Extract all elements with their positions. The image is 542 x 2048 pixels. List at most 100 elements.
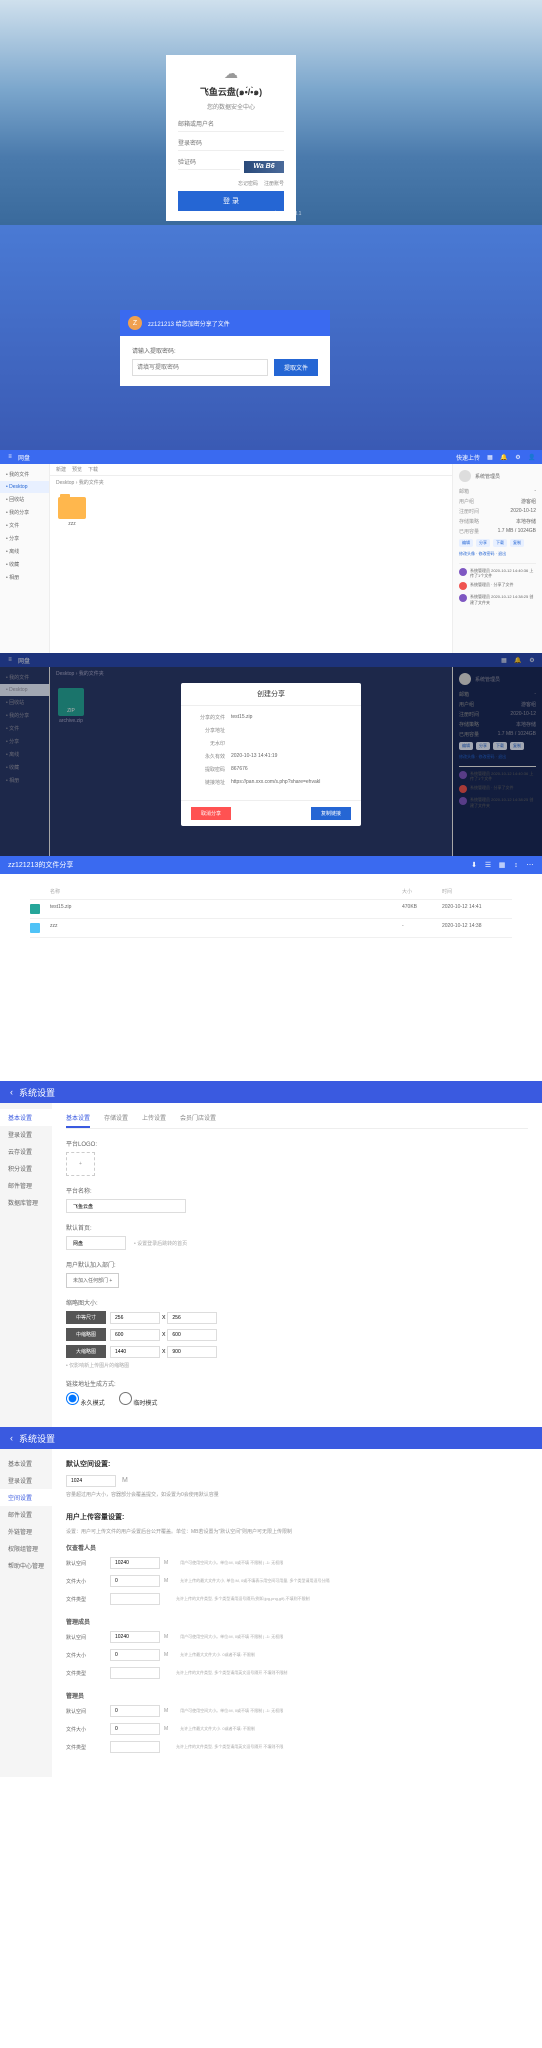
sidebar-item[interactable]: • 分享	[0, 532, 49, 545]
settings-sidebar-item[interactable]: 云存设置	[0, 1143, 52, 1160]
space-input[interactable]	[66, 1475, 116, 1487]
powered-by: Powered By 飞鱼云盘 1.3.1	[0, 210, 542, 217]
extract-input[interactable]	[132, 359, 268, 376]
field-input[interactable]	[110, 1667, 160, 1679]
settings-sidebar-item[interactable]: 邮件设置	[0, 1506, 52, 1523]
field-label: 文件大小	[66, 1726, 110, 1733]
tab[interactable]: 存储设置	[104, 1113, 128, 1128]
back-icon[interactable]: ‹	[10, 1433, 13, 1443]
toolbar-button[interactable]: 下载	[88, 466, 98, 473]
field-input[interactable]	[110, 1649, 160, 1661]
sidebar-item[interactable]: • 文件	[0, 519, 49, 532]
login-button[interactable]: 登 录	[178, 191, 284, 211]
breadcrumb[interactable]: Desktop › 我的文件夹	[50, 476, 452, 489]
sidebar-item[interactable]: • 相册	[0, 571, 49, 584]
settings-sidebar-item[interactable]: 邮件管理	[0, 1177, 52, 1194]
forgot-link[interactable]: 忘记密码	[238, 180, 258, 187]
url-radio-temp[interactable]: 临时模式	[119, 1392, 158, 1407]
sidebar-item[interactable]: • 收藏	[0, 558, 49, 571]
sidebar-item[interactable]: • Desktop	[0, 481, 49, 493]
password-input[interactable]	[178, 138, 284, 151]
tab[interactable]: 基本设置	[66, 1113, 90, 1128]
settings-title: 系统设置	[19, 1432, 55, 1445]
more-icon[interactable]: ⋯	[526, 861, 534, 869]
grid-icon[interactable]: ▦	[486, 453, 494, 461]
username-input[interactable]	[178, 119, 284, 132]
nav-input[interactable]	[66, 1236, 126, 1250]
gear-icon[interactable]: ⚙	[514, 453, 522, 461]
logo-upload[interactable]: +	[66, 1152, 95, 1176]
bell-icon[interactable]: 🔔	[500, 453, 508, 461]
thumb-h[interactable]	[167, 1346, 217, 1358]
field-input[interactable]	[110, 1575, 160, 1587]
menu-icon[interactable]: ≡	[6, 453, 14, 461]
tag[interactable]: 下载	[493, 539, 507, 547]
sharelist-title: zz121213的文件分享	[8, 860, 73, 870]
tab[interactable]: 会员门店设置	[180, 1113, 216, 1128]
thumb-w[interactable]	[110, 1329, 160, 1341]
field-input[interactable]	[110, 1723, 160, 1735]
thumb-w[interactable]	[110, 1346, 160, 1358]
group-title: 仅查看人员	[66, 1543, 528, 1552]
name-input[interactable]	[66, 1199, 186, 1213]
register-link[interactable]: 注册账号	[264, 180, 284, 187]
field-unit: M	[164, 1634, 168, 1640]
captcha-image[interactable]: Wa B6	[244, 161, 284, 173]
settings-sidebar-item[interactable]: 数据库管理	[0, 1194, 52, 1211]
thumb-h[interactable]	[167, 1312, 217, 1324]
reg-button[interactable]: 未加入任何部门 +	[66, 1273, 119, 1288]
thumb-button[interactable]: 中等尺寸	[66, 1311, 106, 1324]
sidebar-item[interactable]: • 我的文件	[0, 468, 49, 481]
grid-icon[interactable]: ▦	[498, 861, 506, 869]
field-unit: M	[164, 1652, 168, 1658]
thumb-button[interactable]: 中缩略图	[66, 1328, 106, 1341]
list-icon[interactable]: ☰	[484, 861, 492, 869]
settings-sidebar-item[interactable]: 帮助中心管理	[0, 1557, 52, 1574]
url-radio-perm[interactable]: 永久模式	[66, 1392, 105, 1407]
upload-link[interactable]: 快速上传	[456, 453, 480, 462]
thumb-button[interactable]: 大缩略图	[66, 1345, 106, 1358]
field-input[interactable]	[110, 1741, 160, 1753]
thumb-h[interactable]	[167, 1329, 217, 1341]
thumb-w[interactable]	[110, 1312, 160, 1324]
field-input[interactable]	[110, 1705, 160, 1717]
sidebar-item[interactable]: • 回收站	[0, 493, 49, 506]
tag[interactable]: 编辑	[459, 539, 473, 547]
sort-icon[interactable]: ↕	[512, 861, 520, 869]
toolbar-button[interactable]: 新建	[56, 466, 66, 473]
table-row[interactable]: test15.zip470KB2020-10-12 14:41	[30, 900, 512, 919]
modal-overlay[interactable]: 创建分享 分享的文件test15.zip分享地址无水印永久有效2020-10-1…	[0, 653, 542, 856]
sidebar-item[interactable]: • 我的分享	[0, 506, 49, 519]
login-title: 飞鱼云盘(๑•́/•̀๑)	[178, 85, 284, 99]
captcha-input[interactable]	[178, 157, 240, 170]
space-hint: 容量超过用户大小，容器部分会覆盖提交，如设置为0会使用默认容量	[66, 1491, 528, 1498]
field-input[interactable]	[110, 1631, 160, 1643]
download-icon[interactable]: ⬇	[470, 861, 478, 869]
settings-sidebar-item[interactable]: 权限组管理	[0, 1540, 52, 1557]
extract-button[interactable]: 提取文件	[274, 359, 318, 376]
modal-label: 分享的文件	[191, 714, 231, 721]
cancel-share-button[interactable]: 取消分享	[191, 807, 231, 820]
panel-actions[interactable]: 修改头像 · 修改密码 · 退出	[459, 551, 536, 557]
table-row[interactable]: zzz-2020-10-12 14:38	[30, 919, 512, 938]
info-value: 游客组	[521, 498, 536, 505]
tag[interactable]: 复制	[510, 539, 524, 547]
copy-link-button[interactable]: 复制链接	[311, 807, 351, 820]
settings-sidebar-item[interactable]: 基本设置	[0, 1109, 52, 1126]
settings-sidebar-item[interactable]: 空间设置	[0, 1489, 52, 1506]
settings-sidebar-item[interactable]: 积分设置	[0, 1160, 52, 1177]
tag[interactable]: 分享	[476, 539, 490, 547]
folder-item[interactable]: zzz	[58, 497, 86, 527]
settings-sidebar-item[interactable]: 基本设置	[0, 1455, 52, 1472]
toolbar-button[interactable]: 预览	[72, 466, 82, 473]
modal-value: 2020-10-13 14:41:19	[231, 753, 351, 760]
back-icon[interactable]: ‹	[10, 1087, 13, 1097]
field-input[interactable]	[110, 1593, 160, 1605]
settings-sidebar-item[interactable]: 登录设置	[0, 1126, 52, 1143]
sidebar-item[interactable]: • 离线	[0, 545, 49, 558]
settings-sidebar-item[interactable]: 登录设置	[0, 1472, 52, 1489]
user-icon[interactable]: 👤	[528, 453, 536, 461]
settings-sidebar-item[interactable]: 外链管理	[0, 1523, 52, 1540]
field-input[interactable]	[110, 1557, 160, 1569]
tab[interactable]: 上传设置	[142, 1113, 166, 1128]
